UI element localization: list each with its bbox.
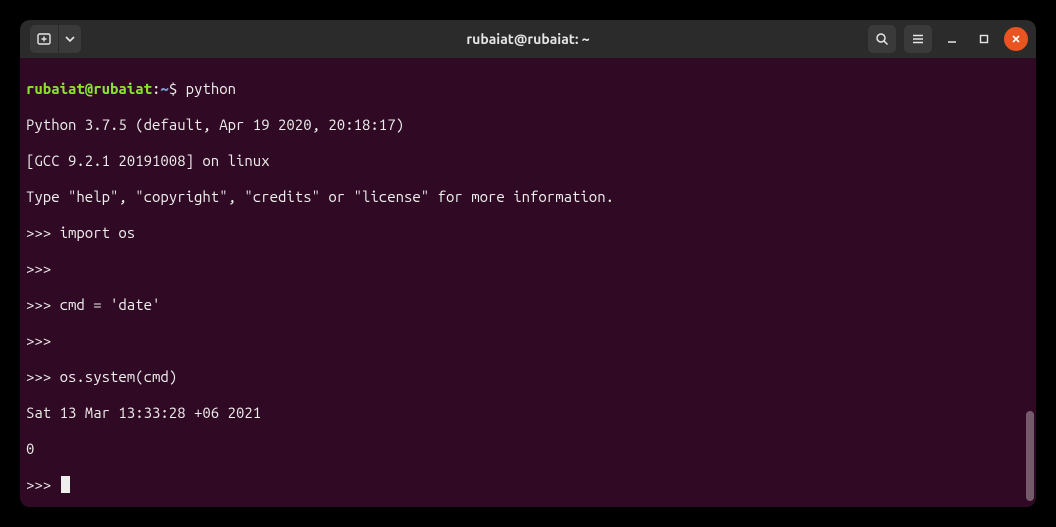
scrollbar-thumb[interactable] — [1026, 411, 1034, 501]
repl-line: >>> cmd = 'date' — [26, 296, 1030, 314]
hamburger-icon — [910, 31, 926, 47]
new-tab-button[interactable] — [30, 25, 59, 53]
repl-prompt-text: >>> — [26, 476, 60, 493]
new-tab-icon — [36, 31, 52, 47]
minimize-icon — [947, 34, 957, 44]
repl-line: >>> os.system(cmd) — [26, 368, 1030, 386]
text-cursor — [61, 476, 70, 493]
maximize-button[interactable] — [972, 27, 996, 51]
output-line: 0 — [26, 440, 1030, 458]
repl-line: >>> — [26, 260, 1030, 278]
titlebar: rubaiat@rubaiat: ~ — [20, 20, 1036, 58]
output-line: Type "help", "copyright", "credits" or "… — [26, 188, 1030, 206]
maximize-icon — [979, 34, 989, 44]
prompt-dollar: $ — [169, 80, 177, 97]
prompt-path: ~ — [160, 80, 168, 97]
repl-line: >>> — [26, 332, 1030, 350]
terminal-body[interactable]: rubaiat@rubaiat:~$ python Python 3.7.5 (… — [20, 58, 1036, 507]
prompt-userhost: rubaiat@rubaiat — [26, 80, 152, 97]
search-icon — [874, 31, 890, 47]
terminal-window: rubaiat@rubaiat: ~ rubaiat@rubaiat:~$ py… — [20, 20, 1036, 507]
menu-button[interactable] — [904, 25, 932, 53]
search-button[interactable] — [868, 25, 896, 53]
output-line: Sat 13 Mar 13:33:28 +06 2021 — [26, 404, 1030, 422]
repl-line: >>> import os — [26, 224, 1030, 242]
new-tab-split-button[interactable] — [30, 25, 81, 53]
output-line: Python 3.7.5 (default, Apr 19 2020, 20:1… — [26, 116, 1030, 134]
output-line: [GCC 9.2.1 20191008] on linux — [26, 152, 1030, 170]
minimize-button[interactable] — [940, 27, 964, 51]
close-button[interactable] — [1004, 27, 1028, 51]
new-tab-dropdown[interactable] — [59, 25, 81, 53]
shell-command: python — [186, 80, 236, 97]
chevron-down-icon — [62, 31, 78, 47]
prompt-line: rubaiat@rubaiat:~$ python — [26, 80, 1030, 98]
repl-prompt-current: >>> — [26, 476, 1030, 494]
close-icon — [1011, 34, 1021, 44]
